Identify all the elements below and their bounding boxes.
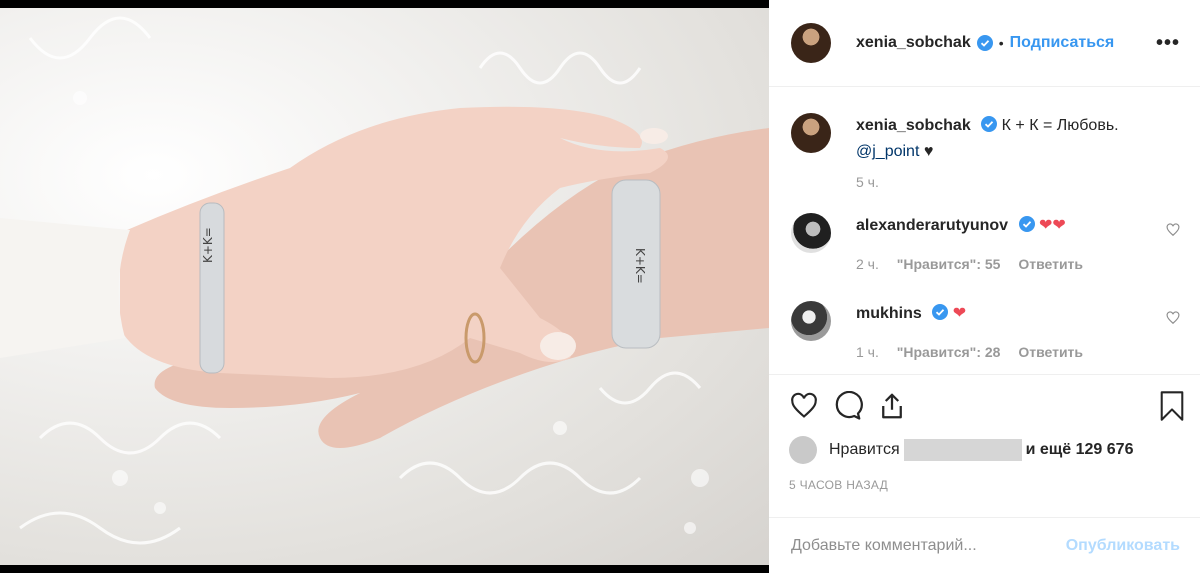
post-side-panel: xenia_sobchak • Подписаться ••• xenia_so… (769, 0, 1200, 573)
liker-avatar[interactable] (789, 436, 817, 464)
bracelet-engraving-right: K+K= (633, 248, 647, 284)
comment-username[interactable]: mukhins (856, 305, 922, 322)
likes-count[interactable]: и ещё 129 676 (1026, 441, 1134, 459)
more-options-icon[interactable]: ••• (1156, 32, 1180, 55)
commenter-avatar[interactable] (791, 301, 831, 341)
caption-mention-link[interactable]: @j_point (856, 143, 919, 160)
caption-heart-emoji: ♥ (923, 143, 934, 160)
publish-button[interactable]: Опубликовать (1066, 537, 1180, 555)
comment-time: 2 ч. (856, 256, 879, 272)
verified-badge-icon (976, 35, 993, 51)
caption-text: К + К = Любовь. (1001, 117, 1119, 134)
comment-likes[interactable]: "Нравится": 28 (897, 344, 1001, 360)
post-timestamp[interactable]: 5 ЧАСОВ НАЗАД (769, 464, 1200, 512)
comment-like-heart-icon[interactable] (1166, 223, 1180, 237)
comment-input[interactable] (791, 536, 1066, 555)
caption: xenia_sobchak К + К = Любовь. @j_point ♥… (791, 113, 1180, 195)
verified-badge-icon (1018, 216, 1035, 232)
comment-reply-button[interactable]: Ответить (1018, 344, 1083, 360)
comment-item: alexanderarutyunov ❤❤ 2 ч. "Нравится": 5… (791, 213, 1180, 277)
bracelet-engraving-left: K+K= (201, 227, 215, 263)
author-username[interactable]: xenia_sobchak (856, 34, 971, 52)
caption-username[interactable]: xenia_sobchak (856, 117, 971, 134)
caption-author-avatar[interactable] (791, 113, 831, 153)
caption-time: 5 ч. (856, 174, 879, 190)
comments-list[interactable]: xenia_sobchak К + К = Любовь. @j_point ♥… (769, 87, 1200, 374)
post-photo[interactable]: K+K= K+K= (0, 8, 769, 565)
comment-likes[interactable]: "Нравится": 55 (897, 256, 1001, 272)
redacted-username (903, 439, 1022, 461)
comment-bubble-icon[interactable] (833, 390, 863, 421)
action-bar (769, 374, 1200, 436)
post-header: xenia_sobchak • Подписаться ••• (769, 0, 1200, 87)
comment-item: mukhins ❤ 1 ч. "Нравится": 28 Ответить (791, 301, 1180, 365)
comment-text: ❤ (952, 305, 967, 322)
commenter-avatar[interactable] (791, 213, 831, 253)
author-avatar[interactable] (791, 23, 831, 63)
comment-text: ❤❤ (1038, 217, 1066, 234)
separator-dot: • (998, 35, 1004, 51)
likes-prefix: Нравится (829, 441, 900, 458)
share-icon[interactable] (877, 391, 907, 421)
like-heart-icon[interactable] (789, 392, 819, 420)
bookmark-icon[interactable] (1158, 390, 1186, 422)
verified-badge-icon (932, 304, 949, 320)
comment-like-heart-icon[interactable] (1166, 311, 1180, 325)
comment-reply-button[interactable]: Ответить (1018, 256, 1083, 272)
comment-composer: Опубликовать (769, 517, 1200, 573)
comment-time: 1 ч. (856, 344, 879, 360)
comment-username[interactable]: alexanderarutyunov (856, 217, 1008, 234)
likes-summary[interactable]: Нравится и ещё 129 676 (769, 436, 1200, 464)
photo-hands-illustration: K+K= K+K= (0, 16, 769, 545)
follow-button[interactable]: Подписаться (1010, 34, 1115, 52)
verified-badge-icon (981, 116, 998, 132)
